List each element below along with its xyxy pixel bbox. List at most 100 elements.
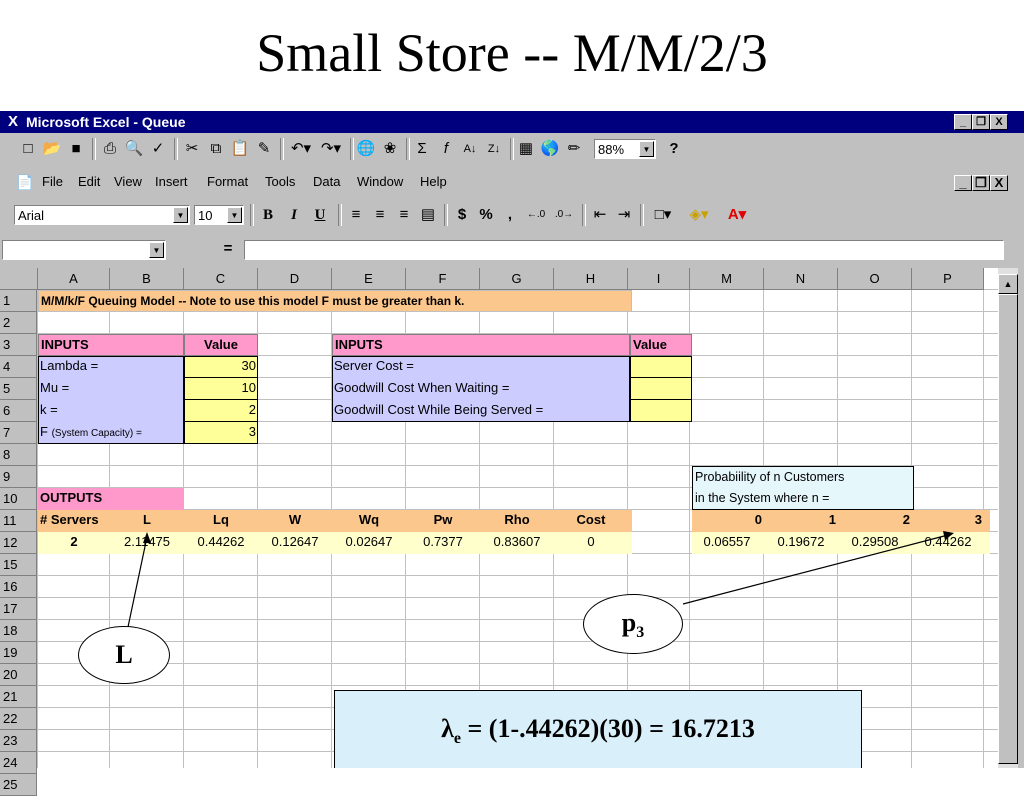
f-label[interactable]: F (System Capacity) = — [38, 422, 144, 444]
column-header-h[interactable]: H — [554, 268, 628, 290]
lambda-value[interactable]: 30 — [184, 356, 258, 378]
doc-maximize-button[interactable]: ❐ — [972, 175, 990, 191]
hyperlink-icon[interactable]: 🌐 — [356, 138, 376, 160]
inputs2-header-cell[interactable]: INPUTS — [332, 334, 630, 356]
output-value-cell[interactable]: 0.02647 — [332, 532, 406, 554]
row-header-21[interactable]: 21 — [0, 686, 37, 708]
borders-icon[interactable]: □▾ — [648, 204, 678, 226]
menu-format[interactable]: Format — [207, 174, 248, 189]
close-button[interactable]: X — [990, 114, 1008, 130]
column-header-f[interactable]: F — [406, 268, 480, 290]
column-header-d[interactable]: D — [258, 268, 332, 290]
output-value-cell[interactable]: 0.12647 — [258, 532, 332, 554]
row-header-3[interactable]: 3 — [0, 334, 37, 356]
italic-button[interactable]: I — [284, 204, 304, 226]
row-header-12[interactable]: 12 — [0, 532, 37, 554]
output-header-cell[interactable]: Lq — [184, 510, 258, 532]
menu-data[interactable]: Data — [313, 174, 340, 189]
menu-tools[interactable]: Tools — [265, 174, 295, 189]
goodwill-served-label[interactable]: Goodwill Cost While Being Served = — [332, 400, 545, 422]
row-header-15[interactable]: 15 — [0, 554, 37, 576]
column-header-b[interactable]: B — [110, 268, 184, 290]
select-all-corner[interactable] — [0, 268, 38, 290]
menu-help[interactable]: Help — [420, 174, 447, 189]
output-value-cell[interactable]: 0.83607 — [480, 532, 554, 554]
row-header-22[interactable]: 22 — [0, 708, 37, 730]
align-right-icon[interactable]: ≡ — [394, 204, 414, 226]
decrease-indent-icon[interactable]: ⇤ — [590, 204, 610, 226]
output-header-cell[interactable]: Wq — [332, 510, 406, 532]
row-header-1[interactable]: 1 — [0, 290, 37, 312]
n-header-cell[interactable]: 2 — [838, 510, 912, 532]
chart-wizard-icon[interactable]: ▦ — [516, 138, 536, 160]
column-header-g[interactable]: G — [480, 268, 554, 290]
f-value[interactable]: 3 — [184, 422, 258, 444]
row-header-25[interactable]: 25 — [0, 774, 37, 796]
column-header-e[interactable]: E — [332, 268, 406, 290]
menu-edit[interactable]: Edit — [78, 174, 100, 189]
sort-ascending-icon[interactable]: A↓ — [460, 138, 480, 160]
probability-value-cell[interactable]: 0.29508 — [838, 532, 912, 554]
row-header-16[interactable]: 16 — [0, 576, 37, 598]
row-header-8[interactable]: 8 — [0, 444, 37, 466]
probability-value-cell[interactable]: 0.44262 — [912, 532, 984, 554]
row-header-6[interactable]: 6 — [0, 400, 37, 422]
autosum-icon[interactable]: Σ — [412, 138, 432, 160]
vertical-scrollbar[interactable]: ▲ — [998, 268, 1018, 768]
scroll-up-button[interactable]: ▲ — [998, 274, 1018, 294]
minimize-button[interactable]: _ — [954, 114, 972, 130]
n-header-cell[interactable]: 1 — [764, 510, 838, 532]
decrease-decimal-icon[interactable]: .0→ — [552, 204, 576, 226]
new-icon[interactable]: □ — [18, 138, 38, 160]
column-header-i[interactable]: I — [628, 268, 690, 290]
k-label[interactable]: k = — [38, 400, 60, 422]
format-painter-icon[interactable]: ✎ — [254, 138, 274, 160]
inputs-header-cell[interactable]: INPUTS — [38, 334, 184, 356]
align-left-icon[interactable]: ≡ — [346, 204, 366, 226]
increase-decimal-icon[interactable]: ←.0 — [524, 204, 548, 226]
redo-icon[interactable]: ↷▾ — [318, 138, 344, 160]
menu-view[interactable]: View — [114, 174, 142, 189]
row-header-20[interactable]: 20 — [0, 664, 37, 686]
n-header-cell[interactable]: 0 — [690, 510, 764, 532]
comma-button[interactable]: , — [500, 204, 520, 226]
doc-minimize-button[interactable]: _ — [954, 175, 972, 191]
output-header-cell[interactable]: W — [258, 510, 332, 532]
mu-label[interactable]: Mu = — [38, 378, 71, 400]
doc-close-button[interactable]: X — [990, 175, 1008, 191]
goodwill-wait-label[interactable]: Goodwill Cost When Waiting = — [332, 378, 511, 400]
output-header-cell[interactable]: Rho — [480, 510, 554, 532]
row-header-9[interactable]: 9 — [0, 466, 37, 488]
align-center-icon[interactable]: ≡ — [370, 204, 390, 226]
row-header-11[interactable]: 11 — [0, 510, 37, 532]
undo-icon[interactable]: ↶▾ — [288, 138, 314, 160]
output-header-cell[interactable]: Pw — [406, 510, 480, 532]
document-icon[interactable]: 📄 — [16, 174, 33, 191]
value2-header-cell[interactable]: Value — [630, 334, 692, 356]
paste-icon[interactable]: 📋 — [230, 138, 250, 160]
goodwill-wait-value[interactable] — [630, 378, 692, 400]
percent-button[interactable]: % — [476, 204, 496, 226]
goodwill-served-value[interactable] — [630, 400, 692, 422]
column-header-n[interactable]: N — [764, 268, 838, 290]
probability-value-cell[interactable]: 0.06557 — [690, 532, 764, 554]
drawing-icon[interactable]: ✏ — [564, 138, 584, 160]
row-header-7[interactable]: 7 — [0, 422, 37, 444]
scroll-thumb[interactable] — [998, 294, 1018, 764]
column-header-c[interactable]: C — [184, 268, 258, 290]
font-select[interactable]: Arial ▼ — [14, 205, 190, 225]
row-header-5[interactable]: 5 — [0, 378, 37, 400]
menu-window[interactable]: Window — [357, 174, 403, 189]
function-icon[interactable]: f — [436, 138, 456, 160]
probability-value-cell[interactable]: 0.19672 — [764, 532, 838, 554]
equals-button[interactable]: = — [218, 238, 238, 260]
output-value-cell[interactable]: 0 — [554, 532, 628, 554]
row-header-4[interactable]: 4 — [0, 356, 37, 378]
menu-file[interactable]: File — [42, 174, 63, 189]
output-header-cell[interactable]: # Servers — [38, 510, 110, 532]
maximize-button[interactable]: ❐ — [972, 114, 990, 130]
output-value-cell[interactable]: 2 — [38, 532, 110, 554]
column-header-o[interactable]: O — [838, 268, 912, 290]
column-header-p[interactable]: P — [912, 268, 984, 290]
map-icon[interactable]: 🌎 — [540, 138, 560, 160]
